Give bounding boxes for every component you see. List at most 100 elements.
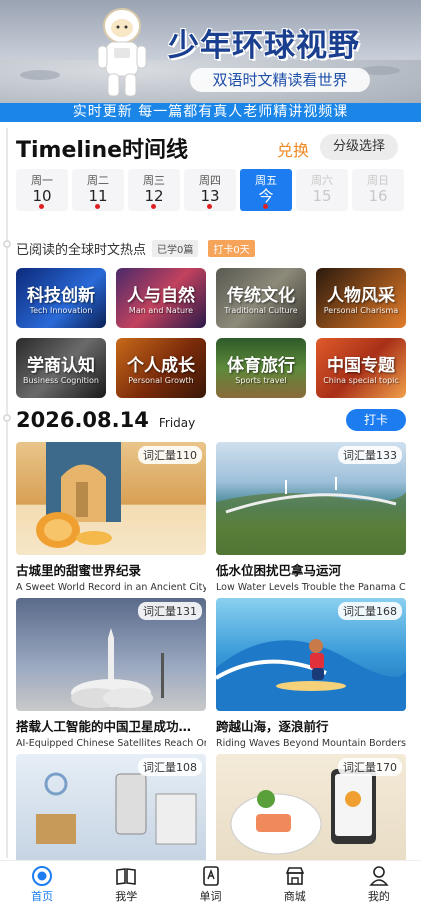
day-cell[interactable]: 周一 10 [16, 169, 68, 211]
article-image: 词汇量168 [216, 598, 406, 711]
book-icon [116, 868, 137, 885]
article-card[interactable]: 词汇量131 搭载人工智能的中国卫星成功… AI-Equipped Chines… [16, 598, 206, 754]
day-cell[interactable]: 周四 13 [184, 169, 236, 211]
day-cell[interactable]: 周五今 [240, 169, 292, 211]
banner-title: 少年环球视野 [168, 28, 360, 64]
timeline-node [3, 240, 11, 248]
tab-label: 商城 [283, 890, 306, 903]
word-card-icon [202, 866, 219, 886]
category-nature[interactable]: 人与自然 Man and Nature [116, 268, 206, 328]
day-number: 今 [258, 187, 274, 205]
promo-strip[interactable]: 实时更新 每一篇都有真人老师精讲视频课 [0, 103, 421, 122]
timeline-node [3, 414, 11, 422]
article-image: 词汇量108 [16, 754, 206, 867]
day-cell[interactable]: 周六 15 [296, 169, 348, 211]
shop-icon [285, 867, 304, 885]
day-cell[interactable]: 周日 16 [352, 169, 404, 211]
article-grid: 词汇量110 古城里的甜蜜世界纪录 A Sweet World Record i… [16, 442, 406, 905]
page-title: Timeline时间线 [16, 138, 189, 163]
article-title: 古城里的甜蜜世界纪录 [16, 563, 142, 578]
day-name: 周五 [255, 174, 277, 187]
article-title: 跨越山海，逐浪前行 [216, 719, 329, 734]
article-card[interactable]: 词汇量133 低水位困扰巴拿马运河 Low Water Levels Troub… [216, 442, 406, 598]
day-number: 16 [368, 187, 388, 205]
category-tech[interactable]: 科技创新 Tech Innovation [16, 268, 106, 328]
day-name: 周三 [143, 174, 165, 187]
article-subtitle: AI-Equipped Chinese Satellites Reach Orb… [16, 738, 206, 749]
article-card[interactable]: 词汇量168 跨越山海，逐浪前行 Riding Waves Beyond Mou… [216, 598, 406, 754]
category-grid: 科技创新 Tech Innovation 人与自然 Man and Nature… [16, 268, 406, 398]
tab-label: 单词 [199, 890, 222, 903]
level-select-button[interactable]: 分级选择 [320, 134, 398, 160]
day-number: 11 [88, 187, 108, 205]
day-number: 12 [144, 187, 164, 205]
category-subtitle: Sports travel [235, 376, 287, 385]
day-name: 周一 [31, 174, 53, 187]
category-subtitle: Man and Nature [128, 306, 194, 315]
day-name: 周二 [87, 174, 109, 187]
category-business[interactable]: 学商认知 Business Cognition [16, 338, 106, 398]
tab-label: 首页 [31, 890, 54, 903]
category-title: 科技创新 [27, 286, 95, 306]
article-subtitle: Riding Waves Beyond Mountain Borders [216, 738, 406, 749]
checkin-days-badge: 打卡0天 [208, 239, 255, 257]
category-people[interactable]: 人物风采 Personal Charisma [316, 268, 406, 328]
category-culture[interactable]: 传统文化 Traditional Culture [216, 268, 306, 328]
vocab-badge: 词汇量133 [338, 446, 402, 464]
article-title: 低水位困扰巴拿马运河 [216, 563, 342, 578]
day-name: 周日 [367, 174, 389, 187]
exchange-link[interactable]: 兑换 [277, 137, 309, 161]
astronaut-illustration [97, 8, 147, 97]
category-subtitle: Tech Innovation [29, 306, 93, 315]
vocab-badge: 词汇量108 [138, 758, 202, 776]
learned-count-badge: 已学0篇 [152, 239, 199, 257]
day-cell[interactable]: 周三 12 [128, 169, 180, 211]
hero-banner[interactable]: 少年环球视野 双语时文精读看世界 实时更新 每一篇都有真人老师精讲视频课 [0, 0, 421, 122]
category-china[interactable]: 中国专题 China special topic [316, 338, 406, 398]
read-indicator-dot [39, 204, 44, 209]
category-title: 人物风采 [327, 286, 395, 306]
article-card[interactable]: 词汇量110 古城里的甜蜜世界纪录 A Sweet World Record i… [16, 442, 206, 598]
weekday-label: Friday [158, 416, 196, 430]
tab-words[interactable]: 单词 [168, 861, 252, 905]
day-number: 10 [32, 187, 52, 205]
vocab-badge: 词汇量110 [138, 446, 202, 464]
article-image: 词汇量131 [16, 598, 206, 711]
category-subtitle: Business Cognition [23, 376, 99, 385]
tab-home[interactable]: 首页 [0, 861, 84, 905]
category-title: 学商认知 [27, 356, 95, 376]
home-icon [32, 866, 53, 886]
tab-study[interactable]: 我学 [84, 861, 168, 905]
day-cell[interactable]: 周二 11 [72, 169, 124, 211]
timeline-rail [6, 128, 8, 858]
tab-shop[interactable]: 商城 [253, 861, 337, 905]
tab-profile[interactable]: 我的 [337, 861, 421, 905]
day-name: 周六 [311, 174, 333, 187]
profile-icon [369, 866, 389, 886]
category-subtitle: Personal Charisma [323, 306, 399, 315]
vocab-badge: 词汇量131 [138, 602, 202, 620]
vocab-badge: 词汇量170 [338, 758, 402, 776]
day-number: 13 [200, 187, 220, 205]
read-indicator-dot [207, 204, 212, 209]
category-sports-travel[interactable]: 体育旅行 Sports travel [216, 338, 306, 398]
tab-label: 我的 [367, 890, 390, 903]
home-page: 少年环球视野 双语时文精读看世界 实时更新 每一篇都有真人老师精讲视频课 Tim… [0, 0, 421, 905]
week-selector: 周一 10 周二 11 周三 12 周四 13 周五今周六 15 周日 16 [16, 169, 406, 211]
category-growth[interactable]: 个人成长 Personal Growth [116, 338, 206, 398]
category-subtitle: Personal Growth [128, 376, 194, 385]
article-image: 词汇量170 [216, 754, 406, 867]
banner-subtitle: 双语时文精读看世界 [190, 68, 370, 92]
vocab-badge: 词汇量168 [338, 602, 402, 620]
date-label: 2026.08.14 [16, 408, 149, 432]
category-subtitle: Traditional Culture [224, 306, 298, 315]
read-indicator-dot [263, 204, 268, 209]
checkin-button[interactable]: 打卡 [346, 409, 406, 431]
date-header: 2026.08.14 Friday [16, 408, 195, 434]
article-image: 词汇量110 [16, 442, 206, 555]
category-title: 个人成长 [127, 356, 195, 376]
category-subtitle: China special topic [323, 376, 399, 385]
category-title: 人与自然 [127, 286, 195, 306]
bottom-tab-bar: 首页 我学 单词 商城 我的 [0, 860, 421, 905]
article-image: 词汇量133 [216, 442, 406, 555]
